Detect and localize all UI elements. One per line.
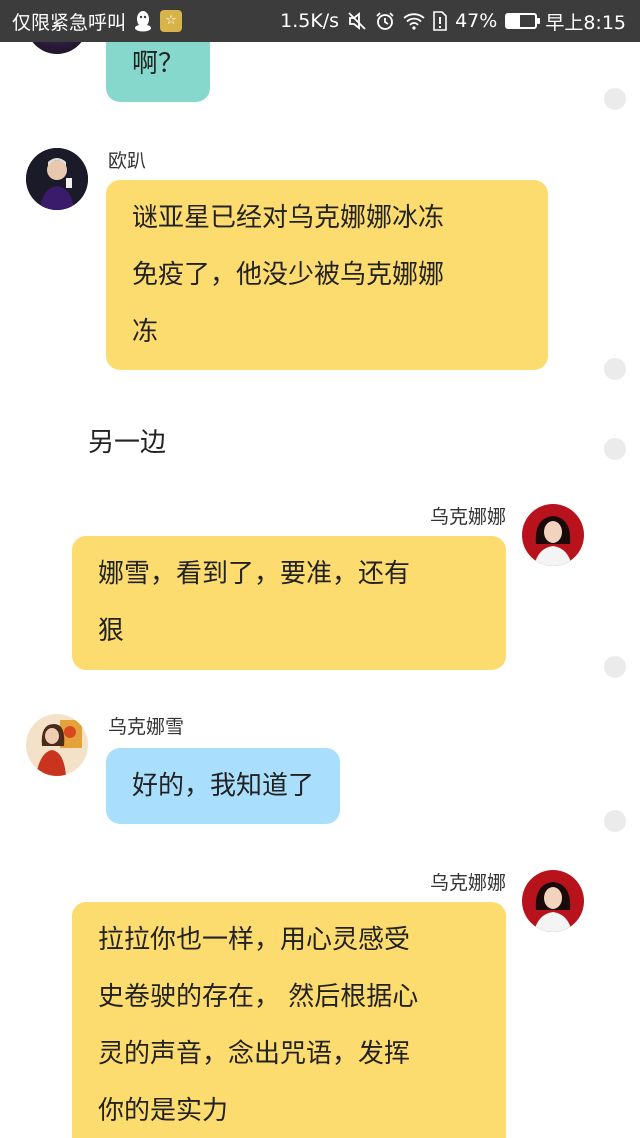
network-speed: 1.5K/s — [280, 10, 340, 32]
message-line: 免疫了，他没少被乌克娜娜 — [132, 260, 445, 290]
wifi-icon — [403, 12, 425, 30]
avatar[interactable] — [522, 504, 584, 566]
read-indicator-icon — [604, 358, 626, 380]
message-bubble[interactable]: 啊？ — [106, 42, 211, 102]
message-line: 灵的声音，念出咒语，发挥 — [98, 1039, 411, 1069]
carrier-text: 仅限紧急呼叫 — [12, 11, 127, 34]
message-line: 冻 — [132, 317, 159, 347]
sender-name: 欧趴 — [108, 150, 147, 172]
mute-icon — [347, 11, 367, 31]
avatar-person-icon — [26, 148, 88, 210]
read-indicator-icon — [604, 656, 626, 678]
sender-name: 乌克娜娜 — [429, 506, 506, 528]
chat-area[interactable]: 啊？ 欧趴 谜亚星已经对乌克娜娜冰冻 免疫了，他没少被乌克娜娜 冻 另一边 乌克… — [0, 42, 640, 1138]
battery-icon — [505, 13, 541, 29]
avatar[interactable] — [26, 148, 88, 210]
message-line: 你的是实力 — [98, 1096, 229, 1126]
message-line: 狠 — [98, 616, 125, 646]
message-bubble[interactable]: 好的，我知道了 — [106, 748, 341, 824]
read-indicator-icon — [604, 88, 626, 110]
narration-text: 另一边 — [88, 428, 167, 458]
avatar[interactable] — [26, 42, 88, 54]
battery-level — [507, 15, 521, 27]
message-bubble[interactable]: 娜雪，看到了，要准，还有 狠 — [72, 536, 506, 670]
message-line: 谜亚星已经对乌克娜娜冰冻 — [132, 203, 445, 233]
battery-percent: 47% — [455, 10, 498, 32]
sim-alert-icon — [433, 11, 447, 31]
avatar-person-icon — [522, 870, 584, 932]
avatar-person-icon — [522, 504, 584, 566]
message-line: 史卷驶的存在， 然后根据心 — [98, 982, 419, 1012]
message-line: 拉拉你也一样，用心灵感受 — [98, 925, 411, 955]
cool-face-icon: ☆ — [160, 10, 183, 32]
message-text: 啊？ — [132, 49, 185, 79]
message-line: 娜雪，看到了，要准，还有 — [98, 559, 411, 589]
sender-name: 乌克娜雪 — [108, 716, 185, 738]
read-indicator-icon — [604, 810, 626, 832]
status-right: 1.5K/s 47% 早上8:15 — [280, 0, 626, 42]
read-indicator-icon — [604, 438, 626, 460]
avatar[interactable] — [522, 870, 584, 932]
status-bar: 仅限紧急呼叫 ☆ 1.5K/s 47% 早上8:15 — [0, 0, 640, 42]
message-bubble[interactable]: 拉拉你也一样，用心灵感受 史卷驶的存在， 然后根据心 灵的声音，念出咒语，发挥 … — [72, 902, 506, 1138]
avatar[interactable] — [26, 714, 88, 776]
message-bubble[interactable]: 谜亚星已经对乌克娜娜冰冻 免疫了，他没少被乌克娜娜 冻 — [106, 180, 548, 370]
qq-penguin-icon — [132, 10, 154, 32]
avatar-person-icon — [26, 714, 88, 776]
alarm-icon — [375, 11, 395, 31]
sender-name: 乌克娜娜 — [429, 872, 506, 894]
status-left: 仅限紧急呼叫 ☆ — [12, 0, 183, 42]
clock: 早上8:15 — [545, 11, 626, 34]
message-text: 好的，我知道了 — [132, 771, 315, 801]
